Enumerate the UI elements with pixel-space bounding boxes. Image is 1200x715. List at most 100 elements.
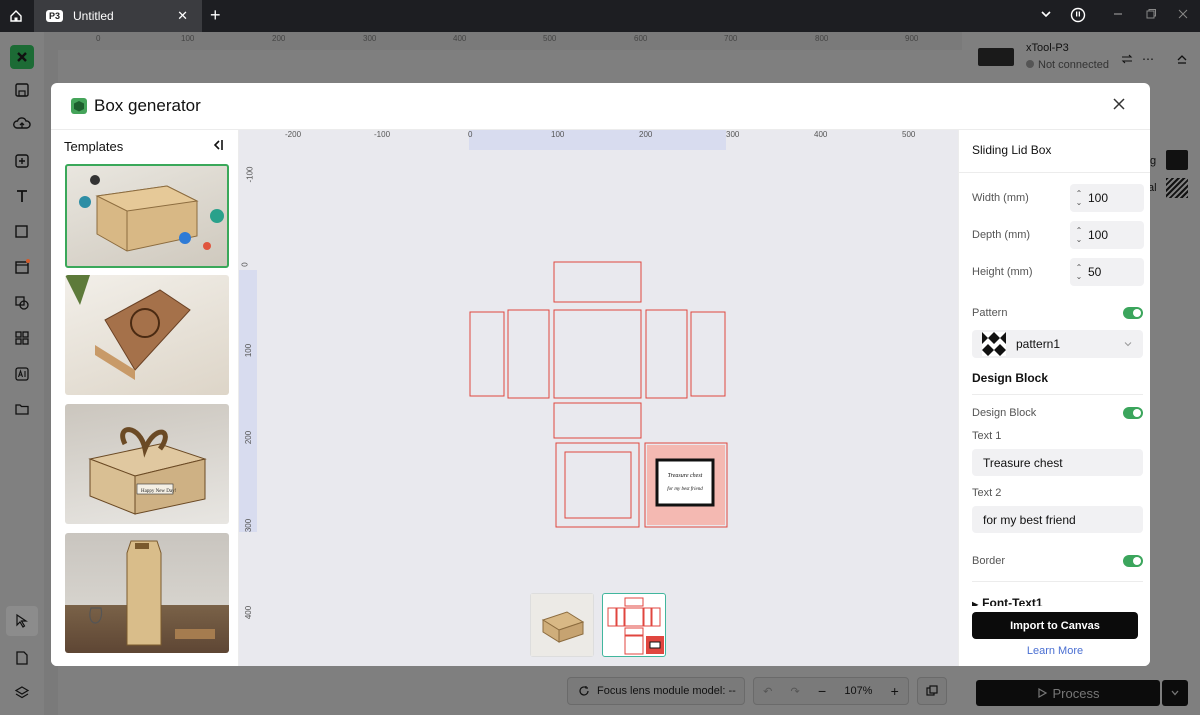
collapse-panel-icon[interactable] — [211, 138, 225, 155]
font-text1-heading: Font-Text1 — [982, 596, 1043, 606]
ruler-label: 900 — [905, 34, 919, 43]
focus-lens-button[interactable]: Focus lens module model: -- — [567, 677, 745, 705]
layers-combine-icon[interactable] — [10, 291, 34, 315]
device-name: xTool-P3 — [1026, 42, 1069, 54]
apps-icon[interactable] — [10, 326, 34, 350]
ruler-label: 400 — [814, 130, 828, 139]
folder-icon[interactable] — [10, 397, 34, 421]
design-block-label: Design Block — [972, 407, 1037, 419]
layers-icon[interactable] — [10, 681, 34, 705]
preview-canvas[interactable]: -200 -100 0 100 200 300 400 500 -100 0 1… — [239, 130, 958, 666]
text1-input[interactable]: Treasure chest — [972, 449, 1143, 476]
text2-label: Text 2 — [972, 487, 1002, 499]
close-tab-icon[interactable]: ✕ — [177, 8, 188, 24]
width-value[interactable]: 100 — [1088, 191, 1108, 205]
template-treasure-box[interactable] — [65, 164, 229, 268]
canvas-ruler-left: -100 0 100 200 300 400 — [239, 150, 257, 666]
xtool-logo-icon[interactable] — [10, 45, 34, 69]
height-stepper[interactable]: ⌃ ⌄ 50 — [1070, 258, 1144, 286]
text-tool-icon[interactable] — [10, 184, 34, 208]
font-text1-section[interactable]: ▶ Font-Text1 — [972, 596, 1043, 606]
ruler-label: 500 — [902, 130, 916, 139]
restore-icon[interactable] — [1145, 8, 1157, 23]
box-generator-dialog: Box generator Templates Happy New Day! -… — [51, 83, 1150, 666]
text2-input[interactable]: for my best friend — [972, 506, 1143, 533]
ruler-label: 100 — [244, 343, 254, 358]
process-dropdown-icon[interactable] — [1162, 680, 1188, 706]
zoom-level: 107% — [844, 685, 873, 697]
ruler-label: 200 — [272, 34, 286, 43]
border-toggle[interactable] — [1123, 555, 1143, 567]
ruler-label: 200 — [244, 430, 254, 445]
tab-untitled[interactable]: P3 Untitled ✕ — [34, 0, 202, 32]
fill-mode-icon[interactable] — [1166, 178, 1188, 198]
chevron-down-icon[interactable] — [1040, 8, 1052, 23]
redo-icon[interactable]: ↷ — [791, 685, 800, 698]
status-dot-icon — [1026, 60, 1034, 68]
width-stepper[interactable]: ⌃ ⌄ 100 — [1070, 184, 1144, 212]
pattern-select[interactable]: pattern1 — [972, 330, 1143, 358]
ruler-label: 300 — [244, 518, 254, 533]
zoom-out-button[interactable]: − — [818, 683, 826, 699]
info-icon[interactable] — [1070, 7, 1086, 26]
undo-icon[interactable]: ↶ — [763, 685, 772, 698]
template-gift-box[interactable]: Happy New Day! — [65, 404, 229, 524]
close-window-icon[interactable] — [1177, 8, 1189, 23]
tab-title: Untitled — [73, 9, 114, 23]
template-wine-box[interactable] — [65, 533, 229, 653]
minimize-icon[interactable] — [1112, 8, 1124, 23]
design-block-heading: Design Block — [972, 371, 1049, 385]
add-icon[interactable] — [10, 149, 34, 173]
tab-badge: P3 — [46, 10, 64, 22]
stepper-arrows-icon[interactable]: ⌃ ⌄ — [1070, 189, 1088, 207]
depth-value[interactable]: 100 — [1088, 228, 1108, 242]
new-tab-button[interactable]: + — [210, 5, 221, 26]
device-status: Not connected — [1026, 59, 1109, 71]
collapse-up-icon[interactable] — [1176, 52, 1188, 70]
thumbnail-net-view[interactable] — [602, 593, 666, 657]
ruler-label: 0 — [468, 130, 473, 139]
pattern-label: Pattern — [972, 307, 1008, 319]
cloud-upload-icon[interactable] — [10, 112, 34, 136]
copy-icon[interactable] — [917, 677, 947, 705]
design-block-toggle[interactable] — [1123, 407, 1143, 419]
gift-tag-text: Happy New Day! — [141, 489, 177, 494]
gallery-icon[interactable] — [10, 255, 34, 279]
main-ruler-top: 0 100 200 300 400 500 600 700 800 900 — [44, 32, 962, 50]
stepper-arrows-icon[interactable]: ⌃ ⌄ — [1070, 263, 1088, 281]
stepper-arrows-icon[interactable]: ⌃ ⌄ — [1070, 226, 1088, 244]
process-label: Process — [1052, 685, 1100, 701]
preview-text-2: for my best friend — [667, 487, 703, 492]
switch-device-icon[interactable] — [1121, 52, 1133, 70]
process-button[interactable]: Process — [976, 680, 1160, 706]
select-tool-icon[interactable] — [6, 606, 38, 636]
import-to-canvas-button[interactable]: Import to Canvas — [972, 612, 1138, 639]
border-label: Border — [972, 555, 1006, 567]
width-label: Width (mm) — [972, 192, 1029, 204]
chevron-down-icon — [1124, 342, 1132, 347]
thumbnail-3d-view[interactable] — [530, 593, 594, 657]
laser-mode-icon[interactable] — [1166, 150, 1188, 170]
ruler-label: -100 — [245, 166, 255, 183]
ruler-highlight — [469, 130, 726, 150]
shape-tool-icon[interactable] — [10, 220, 34, 244]
partial-label: g — [1150, 155, 1157, 167]
more-icon[interactable]: ⋯ — [1142, 52, 1154, 66]
ruler-label: 100 — [551, 130, 565, 139]
close-icon[interactable] — [1112, 95, 1126, 116]
learn-more-link[interactable]: Learn More — [972, 645, 1138, 657]
depth-stepper[interactable]: ⌃ ⌄ 100 — [1070, 221, 1144, 249]
height-value[interactable]: 50 — [1088, 265, 1101, 279]
ai-icon[interactable] — [10, 362, 34, 386]
template-book-box[interactable] — [65, 275, 229, 395]
pattern-toggle[interactable] — [1123, 307, 1143, 319]
zoom-in-button[interactable]: + — [891, 683, 899, 699]
document-icon[interactable] — [10, 646, 34, 670]
dialog-header: Box generator — [51, 83, 1150, 130]
box-generator-icon — [71, 98, 87, 114]
save-icon[interactable] — [10, 78, 34, 102]
pattern-swatch-icon — [982, 332, 1006, 356]
home-icon[interactable] — [0, 0, 32, 32]
ruler-label: 300 — [363, 34, 377, 43]
title-bar: P3 Untitled ✕ + — [0, 0, 1200, 32]
